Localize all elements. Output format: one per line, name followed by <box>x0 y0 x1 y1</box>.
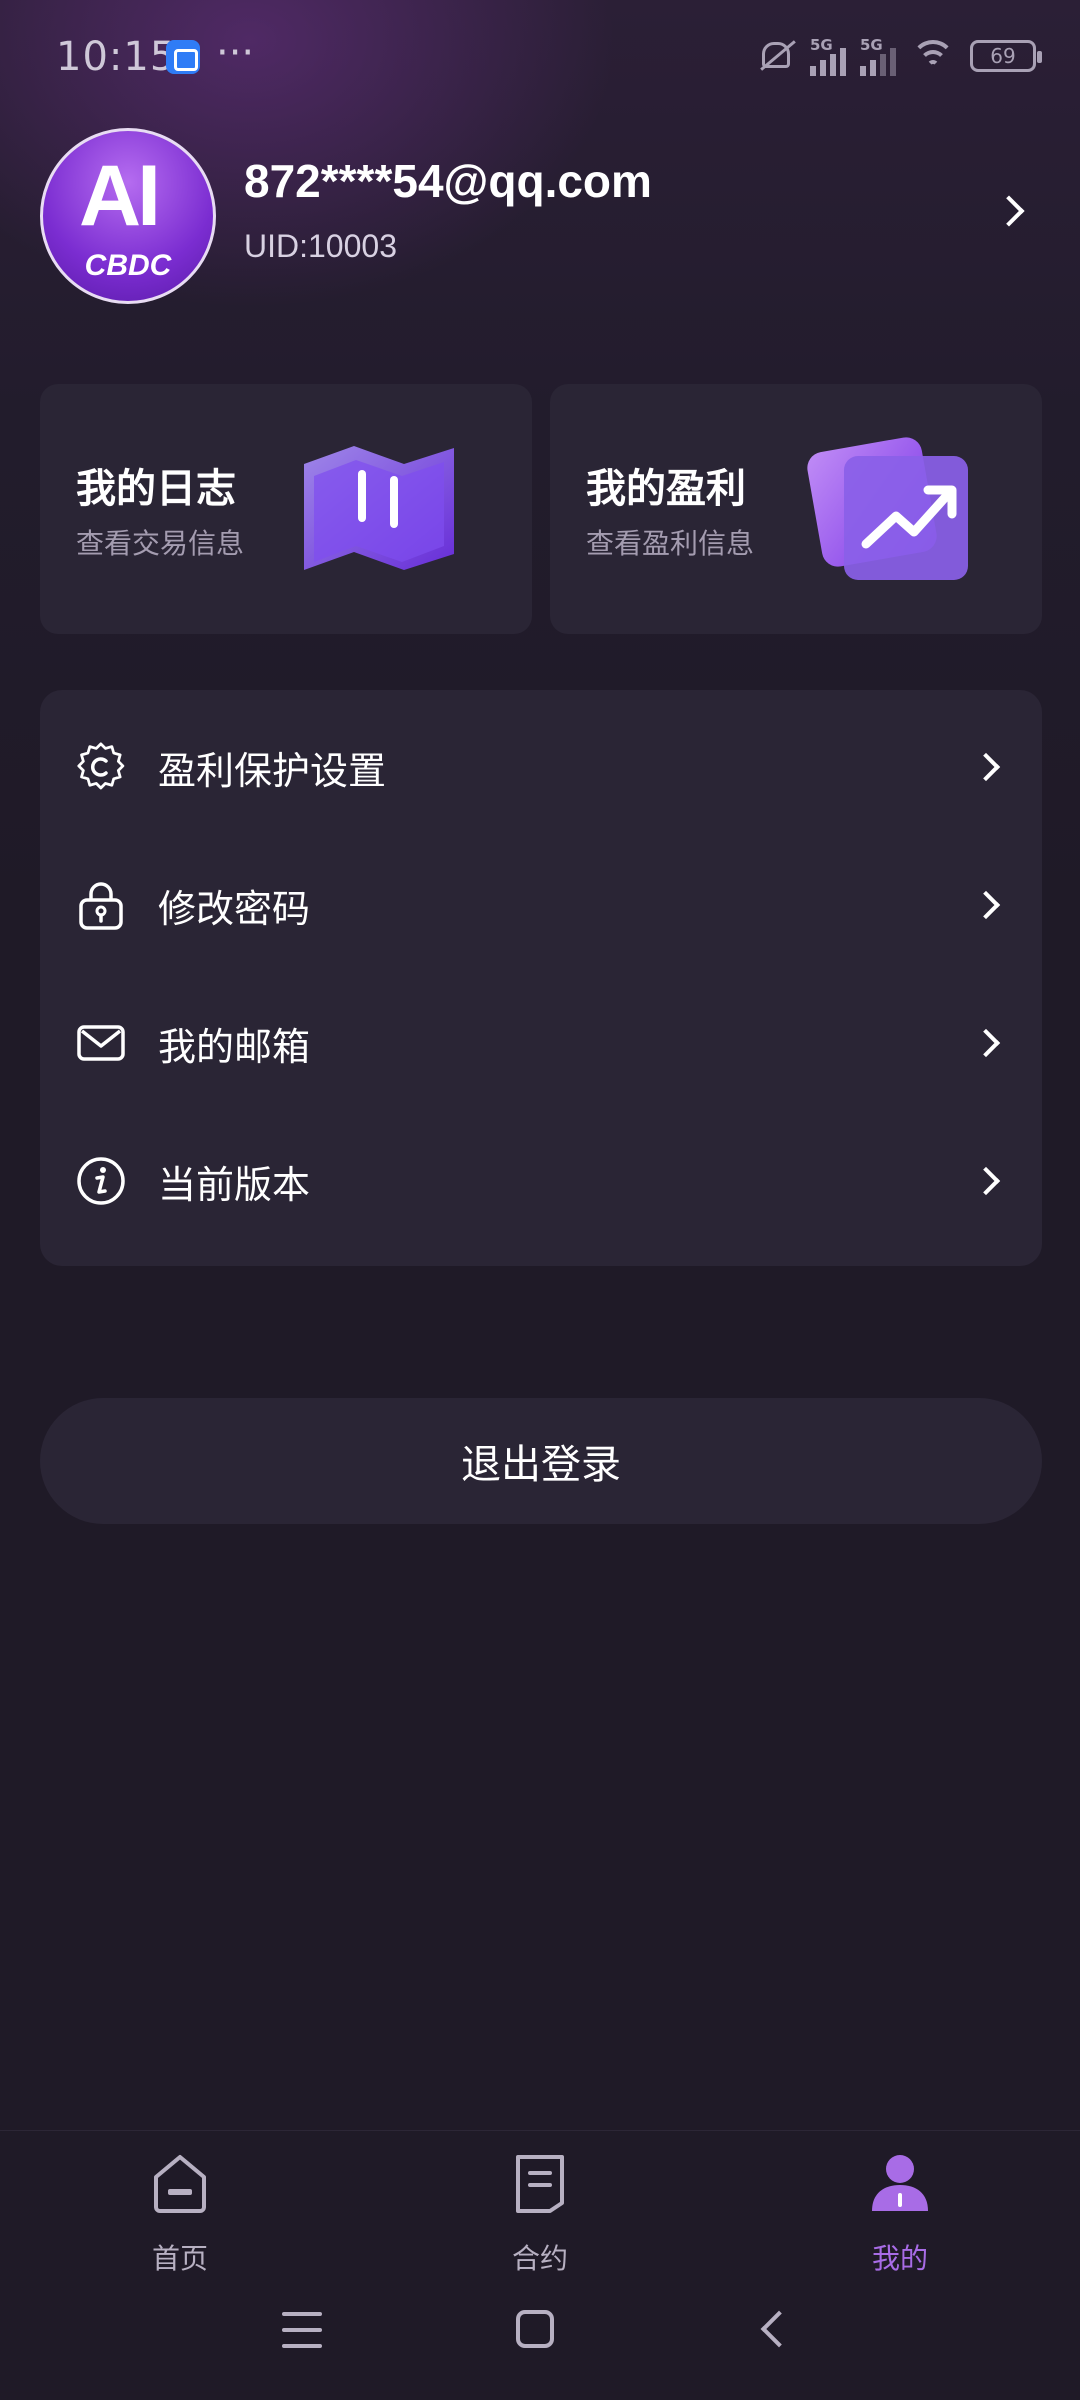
menu-item-label: 我的邮箱 <box>158 1024 311 1069</box>
settings-menu: 盈利保护设置 修改密码 我的邮箱 当前版本 <box>40 690 1042 1266</box>
back-icon[interactable] <box>760 2310 798 2348</box>
lock-icon <box>79 882 123 930</box>
network-type-label: 5G <box>860 36 883 54</box>
chevron-right-icon[interactable] <box>993 195 1025 227</box>
signal-icon: 5G <box>860 36 896 76</box>
chevron-right-icon <box>971 890 1001 920</box>
my-journal-card[interactable]: 我的日志 查看交易信息 <box>40 384 532 634</box>
tab-label: 首页 <box>151 2242 208 2275</box>
home-button-icon[interactable] <box>516 2310 554 2348</box>
chevron-right-icon <box>971 1166 1001 1196</box>
my-profit-card[interactable]: 我的盈利 查看盈利信息 <box>550 384 1042 634</box>
tab-label: 合约 <box>511 2242 568 2275</box>
card-subtitle: 查看盈利信息 <box>586 527 755 560</box>
bottom-tab-bar: 首页 合约 我的 <box>0 2130 1080 2280</box>
mute-icon <box>756 36 796 76</box>
card-title: 我的盈利 <box>586 466 746 512</box>
user-uid: UID:10003 <box>244 228 397 264</box>
logout-button[interactable]: 退出登录 <box>40 1398 1042 1524</box>
info-icon <box>77 1157 125 1205</box>
user-icon <box>872 2155 928 2211</box>
user-email: 872****54@qq.com <box>244 155 652 207</box>
tab-mine[interactable]: 我的 <box>820 2151 980 2281</box>
tab-home[interactable]: 首页 <box>100 2151 260 2281</box>
mail-icon <box>77 1025 125 1061</box>
menu-item-label: 盈利保护设置 <box>158 748 387 793</box>
map-icon <box>304 446 454 570</box>
system-navigation-bar <box>0 2280 1080 2400</box>
more-notifications-icon: ··· <box>216 30 255 76</box>
wifi-icon <box>910 38 956 74</box>
profile-header[interactable]: AI CBDC 872****54@qq.com UID:10003 <box>40 124 1040 304</box>
menu-item-change-password[interactable]: 修改密码 <box>40 836 1042 974</box>
avatar[interactable]: AI CBDC <box>40 128 216 304</box>
menu-item-label: 当前版本 <box>158 1162 311 1207</box>
menu-item-label: 修改密码 <box>158 886 311 931</box>
battery-icon: 69 <box>970 40 1042 72</box>
avatar-logo-text: AI <box>79 148 161 244</box>
signal-icon: 5G <box>810 36 846 76</box>
avatar-logo-subtext: CBDC <box>84 249 172 282</box>
chevron-right-icon <box>971 1028 1001 1058</box>
app-notification-icon <box>166 40 200 74</box>
card-title: 我的日志 <box>76 466 236 512</box>
recent-apps-icon[interactable] <box>282 2312 322 2348</box>
tab-contract[interactable]: 合约 <box>460 2151 620 2281</box>
contract-icon <box>516 2155 564 2213</box>
status-indicators: 5G 5G 69 <box>756 34 1042 78</box>
network-type-label: 5G <box>810 36 833 54</box>
home-icon <box>154 2155 206 2213</box>
menu-item-current-version[interactable]: 当前版本 <box>40 1112 1042 1250</box>
status-bar: 10:15 ··· 5G 5G 69 <box>0 0 1080 110</box>
menu-item-my-email[interactable]: 我的邮箱 <box>40 974 1042 1112</box>
profile-page: 10:15 ··· 5G 5G 69 AI CBDC 872****54@qq.… <box>0 0 1080 2400</box>
tab-label: 我的 <box>871 2242 928 2275</box>
trend-up-icon <box>807 437 968 580</box>
menu-item-profit-protection[interactable]: 盈利保护设置 <box>40 698 1042 836</box>
card-subtitle: 查看交易信息 <box>76 527 245 560</box>
gear-icon <box>77 742 125 790</box>
chevron-right-icon <box>971 752 1001 782</box>
status-time: 10:15 <box>56 34 177 80</box>
